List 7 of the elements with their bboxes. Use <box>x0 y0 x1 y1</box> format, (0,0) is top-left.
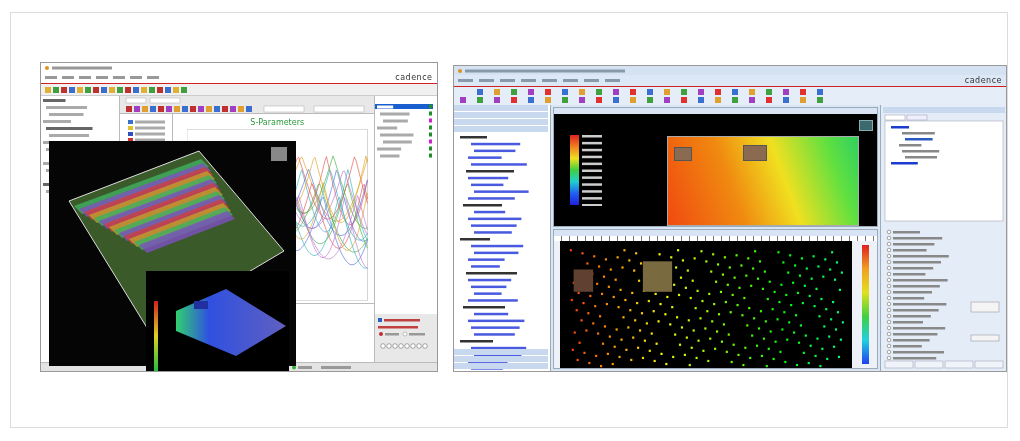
chart-title: S-Parameters <box>249 118 306 127</box>
logo-text: cadence <box>964 75 1002 86</box>
text-lines-drawing <box>44 64 112 71</box>
color-scale <box>569 135 579 205</box>
orientation-icon <box>859 120 873 131</box>
text-lines-drawing <box>291 364 351 370</box>
logo-text: cadence <box>395 72 433 83</box>
